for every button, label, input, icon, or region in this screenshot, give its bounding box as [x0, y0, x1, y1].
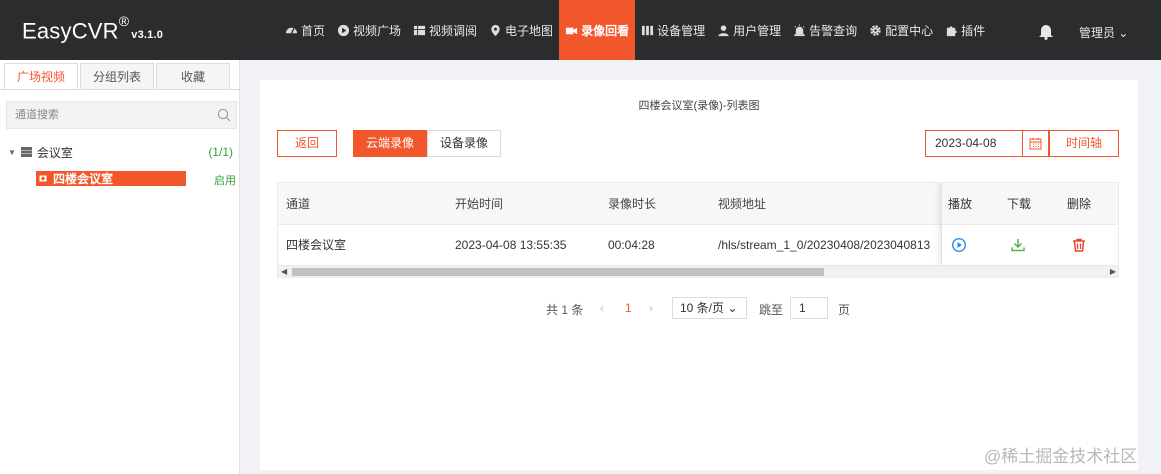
channel-status: 启用: [214, 175, 236, 187]
sidebar: 广场视频 分组列表 收藏 ▼ 会议室 (1/1) 四楼会议室 启用: [0, 60, 240, 474]
nav-config[interactable]: 配置中心: [863, 0, 939, 60]
play-icon[interactable]: [951, 237, 967, 253]
tree-node-count: (1/1): [208, 145, 233, 159]
user-menu[interactable]: 管理员 ⌄: [1079, 24, 1128, 41]
main-nav: 首页 视频广场 视频调阅 电子地图 录像回看 设备管理 用户管理 告警查询 配置…: [279, 0, 991, 60]
sidebar-tabs: 广场视频 分组列表 收藏: [4, 63, 232, 90]
page-number-1[interactable]: 1: [625, 301, 632, 315]
channel-search: [6, 101, 237, 129]
tab-device-recording[interactable]: 设备录像: [427, 130, 501, 157]
tree-node-label: 会议室: [36, 145, 73, 160]
app-version: v3.1.0: [131, 29, 164, 42]
recording-table: 通道 开始时间 录像时长 视频地址 四楼会议室 2023-04-08 13:55…: [277, 182, 1119, 278]
timeline-button[interactable]: 时间轴: [1049, 130, 1119, 157]
server-icon: [20, 147, 32, 157]
channel-search-input[interactable]: [7, 102, 207, 128]
table-horizontal-scrollbar[interactable]: ◀ ▶: [278, 265, 1118, 277]
page-size-select[interactable]: 10 条/页 ⌄: [672, 297, 747, 319]
device-icon: [642, 25, 654, 35]
page-suffix-label: 页: [838, 303, 851, 317]
nav-playback[interactable]: 录像回看: [559, 0, 636, 60]
tab-cloud-recording[interactable]: 云端录像: [353, 130, 427, 157]
goto-page-input[interactable]: 1: [790, 297, 828, 319]
pagination: 共 1 条 ‹ 1 › 10 条/页 ⌄ 跳至 1 页: [260, 297, 1138, 319]
nav-device-mgmt[interactable]: 设备管理: [635, 0, 711, 60]
nav-home[interactable]: 首页: [279, 0, 331, 60]
recording-source-tabs: 云端录像 设备录像: [353, 130, 501, 157]
nav-user-mgmt[interactable]: 用户管理: [711, 0, 787, 60]
tree-node-meeting-room[interactable]: ▼ 会议室 (1/1): [8, 144, 236, 160]
column-header-url: 视频地址: [718, 197, 767, 211]
column-header-duration: 录像时长: [608, 197, 657, 211]
table-fixed-actions: 播放 下载 删除: [941, 183, 1118, 265]
actions-row: [942, 225, 1118, 265]
gear-icon: [870, 24, 881, 36]
calendar-icon: [1029, 138, 1042, 150]
video-camera-icon: [565, 27, 578, 34]
nav-map[interactable]: 电子地图: [483, 0, 559, 60]
camera-icon: [39, 175, 47, 182]
nav-alarm[interactable]: 告警查询: [787, 0, 863, 60]
column-header-download: 下载: [1007, 197, 1032, 211]
play-circle-icon: [337, 24, 350, 36]
nav-plugins[interactable]: 插件: [939, 0, 991, 60]
column-header-channel: 通道: [286, 197, 311, 211]
back-button[interactable]: 返回: [277, 130, 337, 157]
bell-icon[interactable]: [1038, 22, 1054, 40]
cell-duration: 00:04:28: [608, 238, 655, 252]
date-picker-input[interactable]: 2023-04-08: [925, 130, 1022, 157]
alarm-icon: [794, 23, 805, 36]
dashboard-icon: [285, 27, 298, 34]
caret-down-icon[interactable]: ▼: [8, 148, 16, 157]
top-navbar: EasyCVR®v3.1.0 首页 视频广场 视频调阅 电子地图 录像回看 设备…: [0, 0, 1161, 60]
cell-channel: 四楼会议室: [286, 238, 347, 252]
cell-start-time: 2023-04-08 13:55:35: [455, 238, 567, 252]
search-icon[interactable]: [217, 108, 231, 122]
cell-url: /hls/stream_1_0/20230408/2023040813: [718, 238, 931, 252]
column-header-start-time: 开始时间: [455, 197, 504, 211]
prev-page-button[interactable]: ‹: [600, 301, 604, 315]
column-header-play: 播放: [948, 197, 973, 211]
download-icon[interactable]: [1010, 237, 1026, 253]
tab-group-list[interactable]: 分组列表: [80, 63, 154, 90]
tree-node-fourth-floor-room[interactable]: 四楼会议室: [36, 171, 186, 186]
watermark: @稀土掘金技术社区: [984, 447, 1138, 466]
scroll-left-icon[interactable]: ◀: [281, 266, 287, 277]
user-icon: [718, 24, 729, 36]
tab-favorites[interactable]: 收藏: [156, 63, 230, 90]
app-logo[interactable]: EasyCVR®v3.1.0: [22, 13, 164, 44]
actions-header: 播放 下载 删除: [942, 183, 1118, 225]
tabs-divider: [0, 89, 240, 90]
nav-video-view[interactable]: 视频调阅: [407, 0, 483, 60]
page-title: 四楼会议室(录像)-列表图: [638, 100, 760, 112]
puzzle-icon: [946, 25, 957, 36]
scroll-right-icon[interactable]: ▶: [1110, 266, 1116, 277]
grid-icon: [413, 25, 426, 35]
goto-label: 跳至: [759, 303, 784, 317]
delete-icon[interactable]: [1071, 237, 1087, 253]
pagination-total: 共 1 条: [546, 303, 584, 317]
next-page-button[interactable]: ›: [649, 301, 653, 315]
tree-node-label: 四楼会议室: [53, 172, 114, 186]
recording-list-card: 四楼会议室(录像)-列表图 返回 云端录像 设备录像 2023-04-08 时间…: [260, 80, 1138, 470]
scrollbar-thumb[interactable]: [292, 268, 824, 276]
column-header-delete: 删除: [1067, 197, 1092, 211]
date-picker-button[interactable]: [1022, 130, 1049, 157]
nav-video-square[interactable]: 视频广场: [331, 0, 407, 60]
tab-square-video[interactable]: 广场视频: [4, 63, 78, 90]
map-pin-icon: [491, 24, 500, 36]
